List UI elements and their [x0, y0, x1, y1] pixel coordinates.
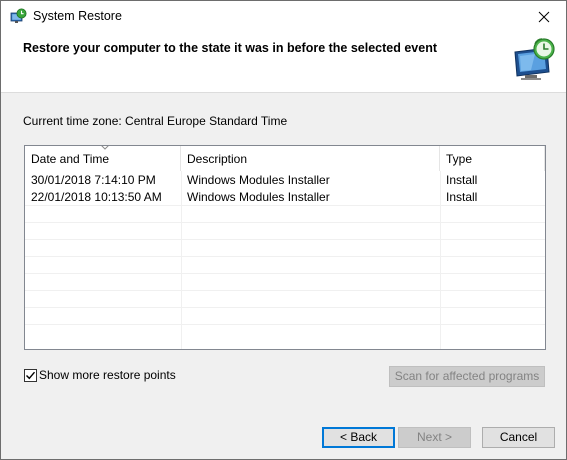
- checkmark-icon: [26, 371, 36, 379]
- wizard-header: Restore your computer to the state it wa…: [1, 33, 566, 93]
- cell-date: 30/01/2018 7:14:10 PM: [31, 173, 156, 187]
- cell-type: Install: [446, 173, 478, 187]
- show-more-checkbox[interactable]: [24, 368, 37, 382]
- grid-line: [25, 273, 545, 274]
- list-rows: 30/01/2018 7:14:10 PM Windows Modules In…: [25, 172, 545, 206]
- grid-line: [25, 239, 545, 240]
- grid-line: [25, 222, 545, 223]
- system-restore-window: System Restore Restore your computer to …: [0, 0, 567, 460]
- window-title: System Restore: [33, 9, 122, 23]
- restore-points-list[interactable]: Date and Time Description Type 30/01/201…: [24, 145, 546, 350]
- column-header-type[interactable]: Type: [440, 146, 545, 171]
- cell-date: 22/01/2018 10:13:50 AM: [31, 190, 162, 204]
- grid-line: [25, 307, 545, 308]
- grid-line: [25, 324, 545, 325]
- timezone-label: Current time zone: Central Europe Standa…: [23, 114, 288, 128]
- restore-monitor-clock-icon: [514, 38, 555, 80]
- show-more-label: Show more restore points: [39, 368, 176, 382]
- scan-affected-programs-button[interactable]: Scan for affected programs: [389, 366, 545, 387]
- title-bar[interactable]: System Restore: [1, 1, 566, 33]
- table-row[interactable]: 30/01/2018 7:14:10 PM Windows Modules In…: [25, 172, 545, 189]
- close-icon: [538, 11, 550, 22]
- system-restore-icon: [10, 8, 27, 23]
- sort-descending-icon: [101, 146, 109, 150]
- back-button[interactable]: < Back: [322, 427, 395, 448]
- column-header-date[interactable]: Date and Time: [25, 146, 181, 171]
- cancel-button[interactable]: Cancel: [482, 427, 555, 448]
- header-title: Restore your computer to the state it wa…: [23, 41, 437, 55]
- close-button[interactable]: [522, 1, 566, 32]
- column-label-type: Type: [446, 152, 473, 166]
- cell-type: Install: [446, 190, 478, 204]
- list-header: Date and Time Description Type: [25, 146, 545, 171]
- column-label-date: Date and Time: [31, 152, 110, 166]
- column-header-description[interactable]: Description: [181, 146, 440, 171]
- column-label-description: Description: [187, 152, 248, 166]
- table-row[interactable]: 22/01/2018 10:13:50 AM Windows Modules I…: [25, 189, 545, 206]
- show-more-restore-points[interactable]: Show more restore points: [24, 367, 176, 383]
- next-button[interactable]: Next >: [398, 427, 471, 448]
- cell-description: Windows Modules Installer: [187, 173, 330, 187]
- cell-description: Windows Modules Installer: [187, 190, 330, 204]
- grid-line: [25, 256, 545, 257]
- grid-line: [25, 290, 545, 291]
